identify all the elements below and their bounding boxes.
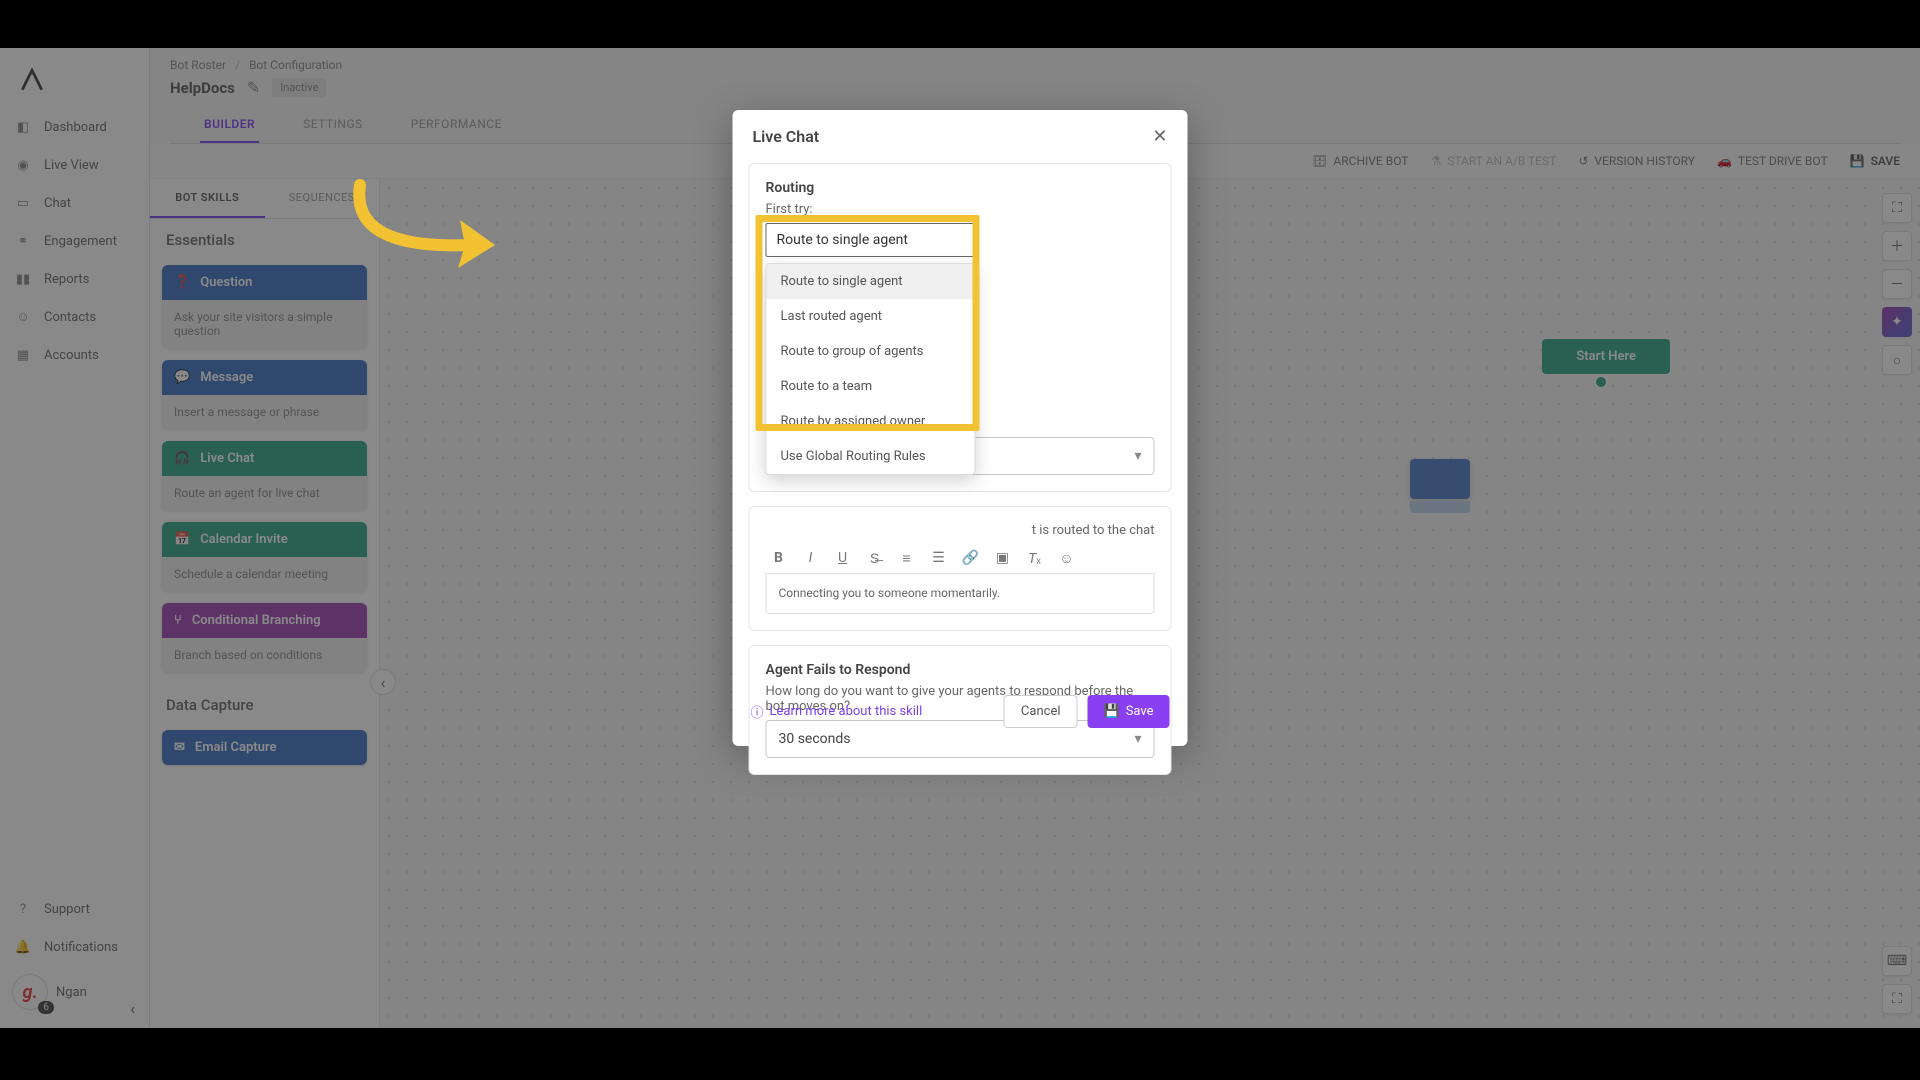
routing-option[interactable]: Last routed agent [767,299,975,334]
image-button[interactable]: ▣ [994,550,1012,567]
unordered-list-button[interactable]: ☰ [930,550,948,567]
help-icon: ⓘ [751,702,764,721]
welcome-sub: t is routed to the chat [766,523,1155,538]
routing-card: Routing First try: Route to single agent… [749,163,1172,492]
modal-title: Live Chat [753,127,820,146]
ordered-list-button[interactable]: ≡ [898,550,916,567]
strike-button[interactable]: S̶ [866,550,884,567]
save-icon: 💾 [1104,704,1120,719]
routing-combo: Route to single agent Last routed agent … [766,223,1155,257]
learn-more-link[interactable]: ⓘ Learn more about this skill [751,702,923,721]
bold-button[interactable]: B [770,550,788,567]
routing-option[interactable]: Route to group of agents [767,334,975,369]
chevron-down-icon: ▾ [1134,448,1141,464]
rte-toolbar: B I U S̶ ≡ ☰ 🔗 ▣ Tₓ ☺ [766,544,1155,574]
routing-option[interactable]: Use Global Routing Rules [767,439,975,474]
routing-option[interactable]: Route to a team [767,369,975,404]
learn-more-label: Learn more about this skill [770,704,923,719]
routing-heading: Routing [766,180,1155,196]
modal-header: Live Chat ✕ [733,110,1188,163]
modal-footer: ⓘ Learn more about this skill Cancel 💾 S… [733,683,1188,746]
routing-option[interactable]: Route to single agent [767,264,975,299]
live-chat-modal: Live Chat ✕ Routing First try: Route to … [733,110,1188,746]
footer-actions: Cancel 💾 Save [1004,695,1170,728]
fails-heading: Agent Fails to Respond [766,662,1155,678]
underline-button[interactable]: U [834,550,852,567]
save-label: Save [1126,704,1154,719]
emoji-button[interactable]: ☺ [1058,550,1076,567]
clear-format-button[interactable]: Tₓ [1026,550,1044,567]
close-icon[interactable]: ✕ [1152,126,1167,147]
save-button[interactable]: 💾 Save [1088,695,1170,728]
modal-body: Routing First try: Route to single agent… [733,163,1188,683]
welcome-text-input[interactable]: Connecting you to someone momentarily. [766,574,1155,614]
welcome-card: t is routed to the chat B I U S̶ ≡ ☰ 🔗 ▣… [749,506,1172,631]
cancel-button[interactable]: Cancel [1004,695,1078,728]
italic-button[interactable]: I [802,550,820,567]
link-button[interactable]: 🔗 [962,550,980,567]
routing-dropdown: Route to single agent Last routed agent … [766,263,976,475]
routing-first-try-label: First try: [766,202,1155,217]
routing-combo-input[interactable] [766,223,976,257]
routing-option[interactable]: Route by assigned owner [767,404,975,439]
